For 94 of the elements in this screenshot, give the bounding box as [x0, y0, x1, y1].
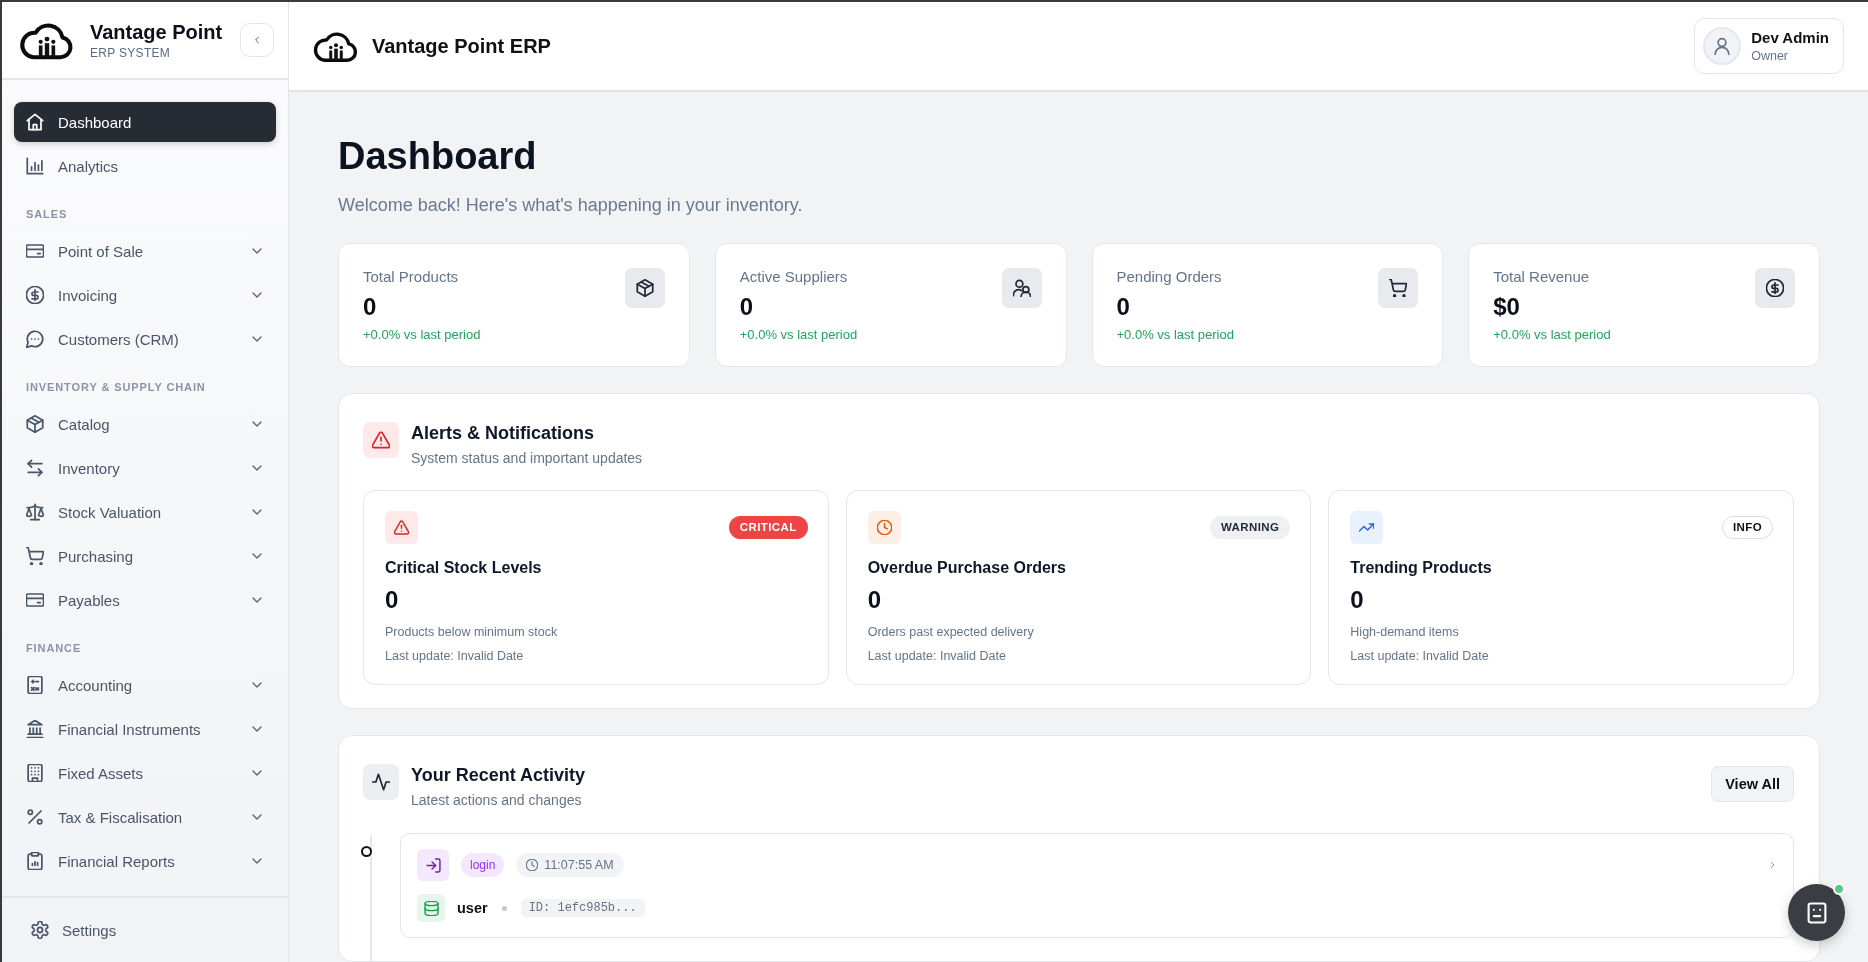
robot-icon — [1805, 901, 1828, 924]
nav-item[interactable]: Accounting — [14, 665, 276, 705]
warning-icon — [363, 422, 399, 458]
user-role: Owner — [1751, 49, 1790, 63]
nav-item[interactable]: Tax & Fiscalisation — [14, 797, 276, 837]
activity-card[interactable]: login 11:07:55 AM user ID: 1efc985b... — [400, 833, 1794, 938]
severity-badge: CRITICAL — [728, 516, 808, 539]
section-heading: FINANCE — [26, 641, 83, 655]
user-name: Dev Admin — [1751, 29, 1829, 46]
alert-value: 0 — [385, 586, 400, 614]
activity-pulse-icon — [363, 764, 399, 800]
separator-dot-icon — [501, 905, 507, 911]
alert-title: Overdue Purchase Orders — [867, 558, 1067, 578]
nav-item[interactable]: Stock Valuation — [14, 492, 276, 532]
nav-item[interactable]: Analytics — [14, 146, 276, 186]
stat-change: +0.0% vs last period — [363, 327, 481, 343]
clipboard-icon — [26, 852, 44, 870]
stat-label: Total Products — [363, 268, 460, 286]
percent-icon — [26, 808, 44, 826]
stat-label: Pending Orders — [1116, 268, 1223, 286]
bank-icon — [26, 720, 44, 738]
stat-value: $0 — [1493, 293, 1521, 321]
alert-description: Orders past expected delivery — [867, 624, 1035, 640]
left-right-arrows-icon — [26, 459, 44, 477]
page-subtitle: Welcome back! Here's what's happening in your inventory. — [338, 194, 804, 217]
user-avatar-icon — [1703, 27, 1742, 65]
panel-subtitle: System status and important updates — [411, 449, 643, 467]
users-icon — [1001, 268, 1042, 308]
brand-name: Vantage Point — [90, 20, 223, 44]
timeline-dot-icon — [361, 846, 372, 857]
calculator-icon — [26, 676, 44, 694]
nav-item[interactable]: Financial Instruments — [14, 709, 276, 749]
severity-badge: INFO — [1721, 516, 1773, 539]
credit-card-icon — [26, 242, 44, 260]
scale-icon — [26, 503, 44, 521]
record-id: ID: 1efc985b... — [520, 899, 645, 917]
alert-updated: Last update: Invalid Date — [867, 648, 1007, 664]
stat-value: 0 — [363, 293, 378, 321]
brand-tagline: ERP SYSTEM — [90, 46, 172, 60]
panel-title: Your Recent Activity — [411, 764, 586, 786]
settings-icon — [31, 921, 49, 939]
alert-updated: Last update: Invalid Date — [385, 648, 525, 664]
chat-bubble-icon — [26, 330, 44, 348]
nav-item[interactable]: Financial Reports — [14, 841, 276, 881]
nav-item[interactable]: Fixed Assets — [14, 753, 276, 793]
database-icon — [417, 894, 445, 922]
shopping-cart-icon — [1378, 268, 1419, 308]
panel-subtitle: Latest actions and changes — [411, 791, 583, 809]
stat-change: +0.0% vs last period — [1116, 327, 1234, 343]
alert-value: 0 — [1350, 586, 1365, 614]
nav-item[interactable]: Dashboard — [14, 102, 276, 142]
nav-item[interactable]: Purchasing — [14, 536, 276, 576]
alert-description: High-demand items — [1350, 624, 1460, 640]
stat-change: +0.0% vs last period — [739, 327, 858, 343]
home-icon — [26, 113, 44, 131]
stat-change: +0.0% vs last period — [1493, 327, 1611, 343]
nav-item[interactable]: Catalog — [14, 404, 276, 444]
credit-card-icon — [26, 591, 44, 609]
nav-item[interactable]: Customers (CRM) — [14, 319, 276, 359]
alert-title: Critical Stock Levels — [385, 558, 543, 578]
stat-label: Active Suppliers — [739, 268, 849, 286]
section-heading: INVENTORY & SUPPLY CHAIN — [26, 380, 207, 394]
entity-name: user — [457, 900, 488, 916]
stat-value: 0 — [1116, 293, 1131, 321]
bar-chart-icon — [26, 157, 44, 175]
app-title: Vantage Point ERP — [372, 34, 551, 58]
cube-icon — [624, 268, 665, 308]
cube-icon — [26, 415, 44, 433]
building-icon — [26, 764, 44, 782]
nav-item[interactable]: Payables — [14, 580, 276, 620]
stat-value: 0 — [739, 293, 755, 321]
settings-item[interactable]: Settings — [14, 910, 276, 950]
stat-label: Total Revenue — [1493, 268, 1591, 286]
trending-up-icon — [1350, 511, 1384, 544]
nav-item[interactable]: Invoicing — [14, 275, 276, 315]
alert-value: 0 — [867, 586, 882, 614]
chevron-left-icon — [252, 33, 262, 47]
nav-item[interactable]: Inventory — [14, 448, 276, 488]
severity-badge: WARNING — [1209, 516, 1291, 539]
alert-title: Trending Products — [1350, 558, 1493, 578]
clock-icon — [867, 511, 901, 544]
view-all-button[interactable]: View All — [1711, 766, 1794, 802]
nav-item[interactable]: Point of Sale — [14, 231, 276, 271]
panel-title: Alerts & Notifications — [411, 422, 596, 444]
alert-description: Products below minimum stock — [385, 624, 559, 640]
warning-icon — [385, 511, 418, 544]
alert-updated: Last update: Invalid Date — [1350, 648, 1490, 664]
section-heading: SALES — [26, 207, 69, 221]
user-menu[interactable]: Dev Admin Owner — [1694, 18, 1844, 74]
page-title: Dashboard — [338, 134, 538, 179]
shopping-cart-icon — [26, 547, 44, 565]
activity-time: 11:07:55 AM — [544, 858, 614, 872]
action-badge: login — [461, 853, 505, 877]
clock-icon — [526, 859, 539, 871]
